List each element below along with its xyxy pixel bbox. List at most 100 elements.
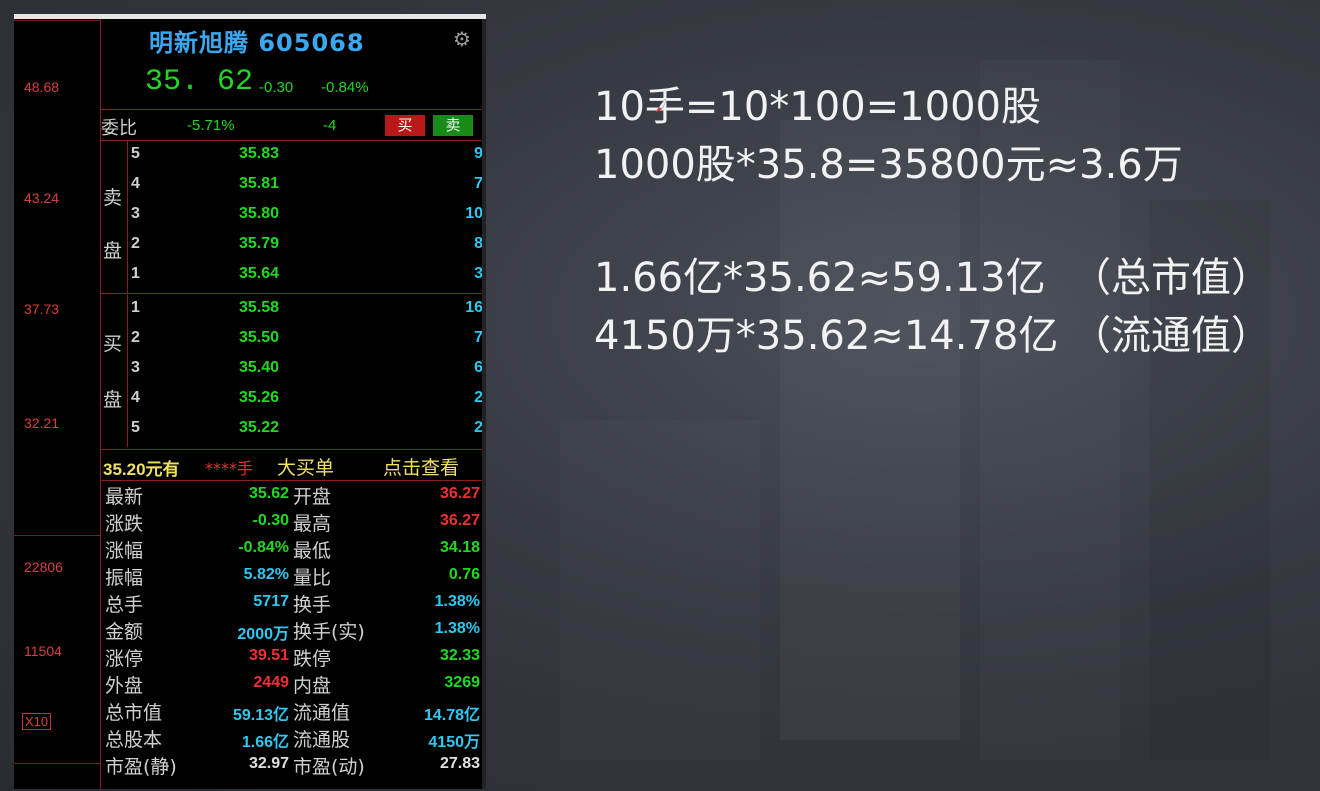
stat-key: 总市值 — [105, 702, 163, 724]
level-price: 35.58 — [239, 299, 280, 316]
background-building — [560, 420, 760, 760]
stat-row: 振幅 5.82% 量比 0.76 — [101, 562, 486, 589]
sell-level[interactable]: 5 35.83 9 — [131, 141, 483, 171]
gear-icon[interactable]: ⚙ — [453, 27, 471, 51]
stat-row: 市盈(静) 32.97 市盈(动) 27.83 — [101, 751, 486, 778]
notes-text: 10手=10*100=1000股 1000股*35.8=35800元≈3.6万 1.… — [594, 78, 1271, 365]
stat-key: 跌停 — [293, 648, 332, 670]
buy-level[interactable]: 3 35.40 6 — [131, 355, 483, 385]
level-number: 3 — [131, 205, 140, 222]
stat-value: 59.13亿 — [232, 707, 289, 724]
level-price: 35.80 — [239, 205, 280, 222]
axis-label: 11504 — [24, 643, 62, 659]
stat-key: 总手 — [105, 594, 144, 616]
stat-key: 内盘 — [293, 675, 332, 697]
view-big-order-link[interactable]: 点击查看 — [383, 453, 459, 480]
stat-row: 总市值 59.13亿 流通值 14.78亿 — [101, 697, 486, 724]
note-line: 1.66亿*35.62≈59.13亿 （总市值） — [594, 255, 1272, 301]
level-price: 35.64 — [239, 265, 280, 282]
level-number: 5 — [131, 419, 140, 436]
level-volume: 10 — [465, 205, 483, 222]
sell-order-book: 卖 盘 5 35.83 9 4 35.81 7 3 35.80 10 2 35.… — [101, 141, 486, 294]
stat-value: 39.51 — [248, 647, 289, 664]
buy-button[interactable]: 买 — [385, 115, 425, 136]
buy-level[interactable]: 4 35.26 2 — [131, 385, 483, 415]
sell-side-label: 卖 — [103, 187, 123, 209]
stat-row: 金额 2000万 换手(实) 1.38% — [101, 616, 486, 643]
stat-value: 14.78亿 — [423, 707, 480, 724]
stat-key: 总股本 — [105, 729, 163, 751]
last-price: 35. 62 — [145, 65, 254, 99]
order-diff-value: -4 — [323, 117, 337, 134]
price-change-pct: -0.84% — [321, 79, 369, 96]
stat-value: 34.18 — [439, 539, 480, 556]
sell-button[interactable]: 卖 — [433, 115, 473, 136]
order-ratio-label: 委比 — [101, 118, 137, 139]
stat-value: 5.82% — [243, 566, 289, 583]
buy-level[interactable]: 5 35.22 2 — [131, 415, 483, 445]
stat-key: 市盈(动) — [293, 756, 365, 778]
zoom-badge[interactable]: X10 — [22, 713, 52, 730]
stat-value: 2000万 — [237, 626, 289, 643]
sell-side-label: 盘 — [103, 240, 123, 262]
level-number: 2 — [131, 235, 140, 252]
stat-key: 最新 — [105, 486, 144, 508]
axis-label: 32.21 — [24, 415, 60, 431]
sell-level[interactable]: 1 35.64 3 — [131, 261, 483, 291]
axis-label: 37.73 — [24, 301, 60, 317]
sell-level[interactable]: 3 35.80 10 — [131, 201, 483, 231]
stock-title: 明新旭腾 605068 — [149, 29, 365, 57]
big-order-label: 大买单 — [277, 457, 335, 479]
stat-value: 36.27 — [439, 485, 480, 502]
big-order-row: 35.20元有 ****手 大买单 点击查看 — [101, 449, 486, 481]
stat-key: 流通值 — [293, 702, 351, 724]
stat-value: 36.27 — [439, 512, 480, 529]
note-line — [594, 194, 1271, 249]
price-change: -0.30 — [259, 79, 294, 96]
panel-scrollbar[interactable] — [482, 19, 486, 789]
stat-value: 32.97 — [248, 755, 289, 772]
level-price: 35.22 — [239, 419, 280, 436]
level-volume: 16 — [465, 299, 483, 316]
level-number: 5 — [131, 145, 140, 162]
big-order-stars: ****手 — [205, 459, 254, 478]
level-number: 4 — [131, 389, 140, 406]
stat-row: 总手 5717 换手 1.38% — [101, 589, 486, 616]
note-line: 4150万*35.62≈14.78亿 （流通值） — [594, 313, 1272, 359]
order-ratio-value: -5.71% — [187, 117, 235, 134]
stat-value: 2449 — [253, 674, 289, 691]
level-price: 35.83 — [239, 145, 280, 162]
quote-header: 明新旭腾 605068 ⚙ 35. 62 -0.30 -0.84% — [101, 19, 486, 110]
stat-value: 3269 — [444, 674, 480, 691]
stat-key: 量比 — [293, 567, 332, 589]
stat-key: 涨跌 — [105, 513, 144, 535]
quote-panel: 48.68 43.24 37.73 32.21 22806 11504 X10 … — [14, 14, 486, 789]
stat-row: 外盘 2449 内盘 3269 — [101, 670, 486, 697]
stat-row: 涨停 39.51 跌停 32.33 — [101, 643, 486, 670]
stat-value: 1.66亿 — [241, 734, 289, 751]
stat-key: 开盘 — [293, 486, 332, 508]
axis-label: 48.68 — [24, 79, 60, 95]
buy-level[interactable]: 1 35.58 16 — [131, 295, 483, 325]
stat-key: 涨停 — [105, 648, 144, 670]
stat-value: 4150万 — [428, 734, 480, 751]
sell-level[interactable]: 4 35.81 7 — [131, 171, 483, 201]
stat-value: 1.38% — [434, 620, 480, 637]
stat-value: 32.33 — [439, 647, 480, 664]
pen-cursor-icon — [655, 98, 667, 113]
big-order-price: 35.20元有 — [103, 460, 180, 479]
level-number: 1 — [131, 265, 140, 282]
stat-value: 35.62 — [248, 485, 289, 502]
sell-level[interactable]: 2 35.79 8 — [131, 231, 483, 261]
quote-details: 明新旭腾 605068 ⚙ 35. 62 -0.30 -0.84% 委比 -5.… — [101, 19, 486, 789]
stat-key: 市盈(静) — [105, 756, 177, 778]
level-number: 2 — [131, 329, 140, 346]
stat-value: 0.76 — [448, 566, 480, 583]
buy-level[interactable]: 2 35.50 7 — [131, 325, 483, 355]
buy-order-book: 买 盘 1 35.58 16 2 35.50 7 3 35.40 6 4 35.… — [101, 295, 486, 447]
stat-row: 最新 35.62 开盘 36.27 — [101, 481, 486, 508]
stat-key: 振幅 — [105, 567, 144, 589]
note-line: 10手=10*100=1000股 — [594, 84, 1041, 130]
stat-value: 5717 — [253, 593, 289, 610]
buy-side-label: 买 — [103, 333, 123, 355]
